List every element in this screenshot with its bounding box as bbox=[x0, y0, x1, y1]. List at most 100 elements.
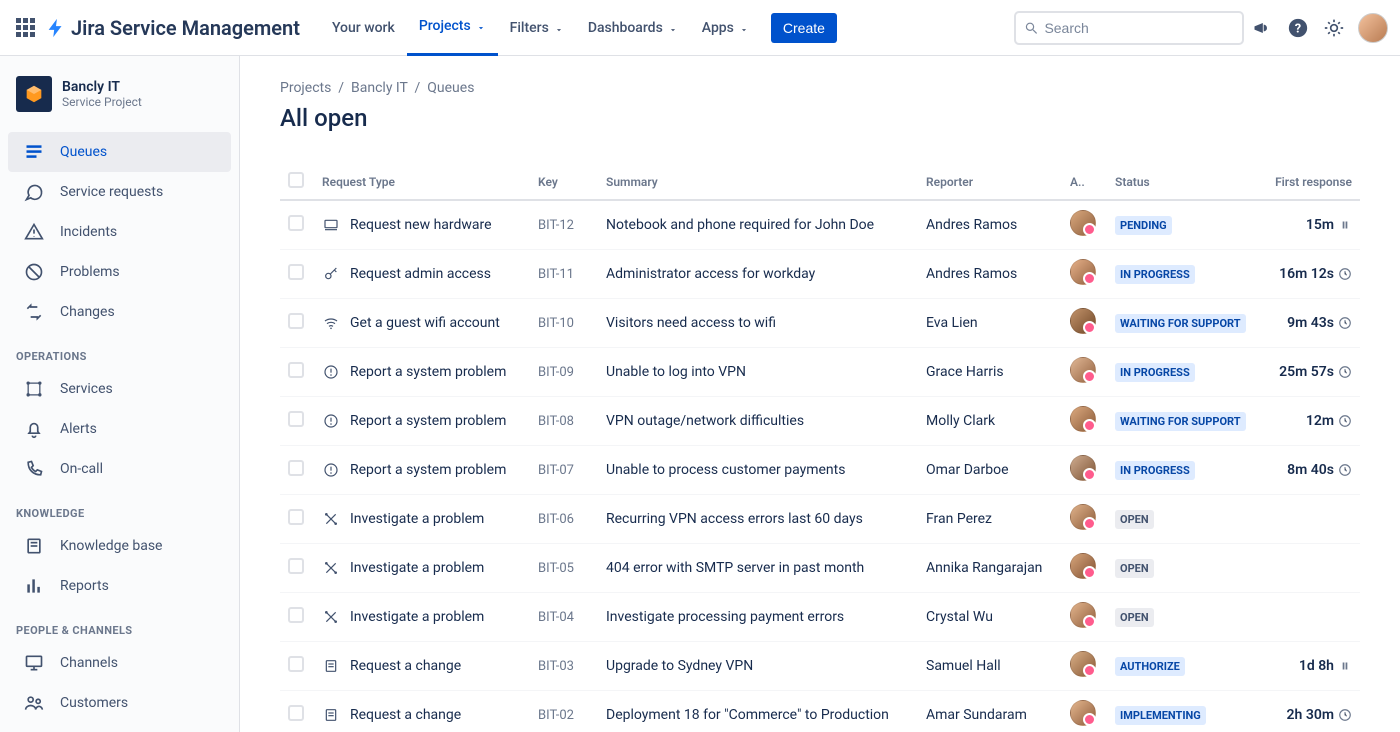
table-row[interactable]: Request a change BIT-02 Deployment 18 fo… bbox=[280, 691, 1360, 732]
nav-dashboards[interactable]: Dashboards bbox=[576, 0, 690, 56]
sidebar-item-knowledge-base[interactable]: Knowledge base bbox=[8, 526, 231, 566]
reporter-name[interactable]: Molly Clark bbox=[918, 397, 1062, 446]
table-row[interactable]: Investigate a problem BIT-05 404 error w… bbox=[280, 544, 1360, 593]
row-checkbox[interactable] bbox=[288, 607, 304, 623]
summary-text[interactable]: Notebook and phone required for John Doe bbox=[598, 200, 918, 250]
issue-key[interactable]: BIT-09 bbox=[530, 348, 598, 397]
reporter-name[interactable]: Omar Darboe bbox=[918, 446, 1062, 495]
reporter-name[interactable]: Andres Ramos bbox=[918, 250, 1062, 299]
status-badge[interactable]: OPEN bbox=[1115, 608, 1154, 627]
help-icon[interactable] bbox=[1280, 10, 1316, 46]
summary-text[interactable]: Investigate processing payment errors bbox=[598, 593, 918, 642]
summary-text[interactable]: VPN outage/network difficulties bbox=[598, 397, 918, 446]
search-input[interactable] bbox=[1044, 20, 1234, 36]
issue-key[interactable]: BIT-08 bbox=[530, 397, 598, 446]
sidebar-item-incidents[interactable]: Incidents bbox=[8, 212, 231, 252]
col-summary[interactable]: Summary bbox=[598, 166, 918, 200]
reporter-name[interactable]: Amar Sundaram bbox=[918, 691, 1062, 732]
status-badge[interactable]: PENDING bbox=[1115, 216, 1172, 235]
col-request-type[interactable]: Request Type bbox=[314, 166, 530, 200]
status-badge[interactable]: AUTHORIZE bbox=[1115, 657, 1185, 676]
table-row[interactable]: Investigate a problem BIT-06 Recurring V… bbox=[280, 495, 1360, 544]
assignee-avatar[interactable] bbox=[1070, 357, 1096, 383]
status-badge[interactable]: IN PROGRESS bbox=[1115, 265, 1195, 284]
status-badge[interactable]: IMPLEMENTING bbox=[1115, 706, 1206, 725]
sidebar-item-problems[interactable]: Problems bbox=[8, 252, 231, 292]
col-reporter[interactable]: Reporter bbox=[918, 166, 1062, 200]
col-status[interactable]: Status bbox=[1107, 166, 1265, 200]
issue-key[interactable]: BIT-07 bbox=[530, 446, 598, 495]
assignee-avatar[interactable] bbox=[1070, 406, 1096, 432]
table-row[interactable]: Get a guest wifi account BIT-10 Visitors… bbox=[280, 299, 1360, 348]
assignee-avatar[interactable] bbox=[1070, 700, 1096, 726]
assignee-avatar[interactable] bbox=[1070, 602, 1096, 628]
sidebar-item-services[interactable]: Services bbox=[8, 369, 231, 409]
row-checkbox[interactable] bbox=[288, 411, 304, 427]
nav-apps[interactable]: Apps bbox=[690, 0, 761, 56]
nav-projects[interactable]: Projects bbox=[407, 0, 498, 56]
issue-key[interactable]: BIT-11 bbox=[530, 250, 598, 299]
summary-text[interactable]: Administrator access for workday bbox=[598, 250, 918, 299]
settings-icon[interactable] bbox=[1316, 10, 1352, 46]
table-row[interactable]: Report a system problem BIT-09 Unable to… bbox=[280, 348, 1360, 397]
row-checkbox[interactable] bbox=[288, 705, 304, 721]
issue-key[interactable]: BIT-06 bbox=[530, 495, 598, 544]
assignee-avatar[interactable] bbox=[1070, 308, 1096, 334]
issue-key[interactable]: BIT-05 bbox=[530, 544, 598, 593]
reporter-name[interactable]: Samuel Hall bbox=[918, 642, 1062, 691]
breadcrumb-project-name[interactable]: Bancly IT bbox=[351, 80, 408, 96]
table-row[interactable]: Request a change BIT-03 Upgrade to Sydne… bbox=[280, 642, 1360, 691]
table-row[interactable]: Report a system problem BIT-07 Unable to… bbox=[280, 446, 1360, 495]
select-all-checkbox[interactable] bbox=[288, 172, 304, 188]
search-box[interactable] bbox=[1014, 11, 1244, 45]
assignee-avatar[interactable] bbox=[1070, 259, 1096, 285]
sidebar-item-channels[interactable]: Channels bbox=[8, 643, 231, 683]
issue-key[interactable]: BIT-10 bbox=[530, 299, 598, 348]
status-badge[interactable]: OPEN bbox=[1115, 559, 1154, 578]
reporter-name[interactable]: Fran Perez bbox=[918, 495, 1062, 544]
col-key[interactable]: Key bbox=[530, 166, 598, 200]
reporter-name[interactable]: Grace Harris bbox=[918, 348, 1062, 397]
reporter-name[interactable]: Crystal Wu bbox=[918, 593, 1062, 642]
row-checkbox[interactable] bbox=[288, 460, 304, 476]
summary-text[interactable]: Unable to log into VPN bbox=[598, 348, 918, 397]
row-checkbox[interactable] bbox=[288, 558, 304, 574]
sidebar-item-service-requests[interactable]: Service requests bbox=[8, 172, 231, 212]
reporter-name[interactable]: Andres Ramos bbox=[918, 200, 1062, 250]
sidebar-item-reports[interactable]: Reports bbox=[8, 566, 231, 606]
summary-text[interactable]: 404 error with SMTP server in past month bbox=[598, 544, 918, 593]
reporter-name[interactable]: Eva Lien bbox=[918, 299, 1062, 348]
product-logo[interactable]: Jira Service Management bbox=[45, 16, 300, 40]
assignee-avatar[interactable] bbox=[1070, 553, 1096, 579]
row-checkbox[interactable] bbox=[288, 362, 304, 378]
nav-filters[interactable]: Filters bbox=[498, 0, 576, 56]
row-checkbox[interactable] bbox=[288, 215, 304, 231]
sidebar-item-on-call[interactable]: On-call bbox=[8, 449, 231, 489]
issue-key[interactable]: BIT-03 bbox=[530, 642, 598, 691]
profile-avatar[interactable] bbox=[1358, 13, 1388, 43]
sidebar-item-customers[interactable]: Customers bbox=[8, 683, 231, 723]
summary-text[interactable]: Visitors need access to wifi bbox=[598, 299, 918, 348]
table-row[interactable]: Request admin access BIT-11 Administrato… bbox=[280, 250, 1360, 299]
status-badge[interactable]: WAITING FOR SUPPORT bbox=[1115, 314, 1246, 333]
issue-key[interactable]: BIT-04 bbox=[530, 593, 598, 642]
col-assignee[interactable]: A.. bbox=[1062, 166, 1107, 200]
table-row[interactable]: Investigate a problem BIT-04 Investigate… bbox=[280, 593, 1360, 642]
summary-text[interactable]: Recurring VPN access errors last 60 days bbox=[598, 495, 918, 544]
sidebar-item-alerts[interactable]: Alerts bbox=[8, 409, 231, 449]
status-badge[interactable]: OPEN bbox=[1115, 510, 1154, 529]
summary-text[interactable]: Unable to process customer payments bbox=[598, 446, 918, 495]
status-badge[interactable]: WAITING FOR SUPPORT bbox=[1115, 412, 1246, 431]
col-first-response[interactable]: First response bbox=[1265, 166, 1360, 200]
row-checkbox[interactable] bbox=[288, 313, 304, 329]
status-badge[interactable]: IN PROGRESS bbox=[1115, 363, 1195, 382]
issue-key[interactable]: BIT-02 bbox=[530, 691, 598, 732]
row-checkbox[interactable] bbox=[288, 264, 304, 280]
summary-text[interactable]: Deployment 18 for "Commerce" to Producti… bbox=[598, 691, 918, 732]
sidebar-item-queues[interactable]: Queues bbox=[8, 132, 231, 172]
sidebar-item-changes[interactable]: Changes bbox=[8, 292, 231, 332]
assignee-avatar[interactable] bbox=[1070, 651, 1096, 677]
app-switcher-icon[interactable] bbox=[16, 18, 35, 37]
breadcrumb-projects[interactable]: Projects bbox=[280, 80, 331, 96]
breadcrumb-queues[interactable]: Queues bbox=[427, 80, 474, 96]
